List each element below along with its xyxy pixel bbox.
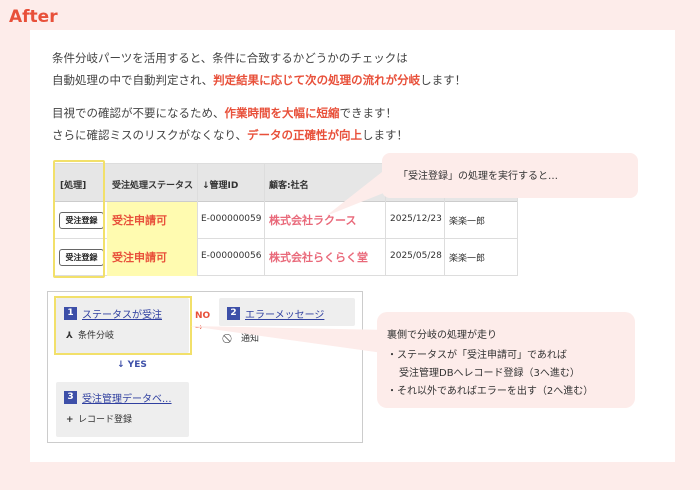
intro-line-3-end: できます！ [339, 106, 398, 120]
intro-line-4-end: します！ [362, 128, 409, 142]
status-value: 受注申請可 [112, 214, 167, 227]
callout-branch: 裏側で分岐の処理が走り ・ステータスが「受注申請可」であれば 受注管理DBへレコ… [377, 312, 635, 408]
callout-branch-line: 受注管理DBへレコード登録（3へ進む） [399, 368, 580, 379]
workflow-node-record[interactable]: 3 受注管理データベ... + レコード登録 [56, 382, 189, 437]
intro-line-2-end: します！ [420, 73, 467, 87]
after-label: After [9, 7, 58, 27]
intro-line-3-highlight: 作業時間を大幅に短縮 [224, 106, 340, 120]
person-value: 楽楽一郎 [449, 254, 486, 264]
callout-branch-line: ・それ以外であればエラーを出す（2へ進む） [387, 386, 594, 397]
table-row: 受注登録 受注申請可 E-000000056 株式会社らくらく堂 2025/05… [55, 239, 517, 276]
intro-line-3-text: 目視での確認が不要になるため、 [52, 106, 225, 120]
condition-node-highlight [54, 296, 192, 355]
callout-branch-line: 裏側で分岐の処理が走り [387, 330, 497, 341]
column-header-status[interactable]: 受注処理ステータス [112, 178, 193, 191]
person-value: 楽楽一郎 [449, 217, 486, 227]
callout-pointer [190, 326, 390, 354]
intro-paragraph-2: 目視での確認が不要になるため、作業時間を大幅に短縮できます！ さらに確認ミスのリ… [52, 102, 408, 146]
intro-line-2-highlight: 判定結果に応じて次の処理の流れが分岐 [213, 73, 421, 87]
plus-icon: + [66, 415, 74, 425]
callout-execute: 「受注登録」の処理を実行すると… [382, 153, 638, 198]
id-value: E-000000056 [201, 251, 262, 261]
intro-line-2-text: 自動処理の中で自動判定され、 [52, 73, 214, 87]
node-subtitle: + レコード登録 [66, 412, 132, 425]
node-title-link[interactable]: エラーメッセージ [245, 306, 324, 321]
node-title-link[interactable]: 受注管理データベ... [82, 390, 172, 405]
node-number-badge: 2 [227, 307, 240, 320]
node-subtitle-text: レコード登録 [78, 415, 133, 425]
intro-line-4: さらに確認ミスのリスクがなくなり、データの正確性が向上します！ [52, 124, 408, 146]
callout-execute-text: 「受注登録」の処理を実行すると… [398, 171, 558, 182]
column-header-id[interactable]: ↓管理ID [202, 178, 238, 191]
table-row: 受注登録 受注申請可 E-000000059 株式会社ラクース 2025/12/… [55, 202, 517, 239]
date-value: 2025/05/28 [390, 251, 442, 261]
intro-line-3: 目視での確認が不要になるため、作業時間を大幅に短縮できます！ [52, 102, 408, 124]
intro-line-4-highlight: データの正確性が向上 [247, 128, 363, 142]
intro-line-4-text: さらに確認ミスのリスクがなくなり、 [52, 128, 248, 142]
action-column-highlight [53, 160, 105, 278]
node-number-badge: 3 [64, 391, 77, 404]
column-header-customer[interactable]: 顧客:社名 [269, 178, 309, 191]
customer-value: 株式会社らくらく堂 [269, 251, 368, 264]
yes-branch-label: ↓ YES [117, 360, 147, 370]
intro-line-2: 自動処理の中で自動判定され、判定結果に応じて次の処理の流れが分岐します！ [52, 69, 466, 91]
intro-line-1: 条件分岐パーツを活用すると、条件に合致するかどうかのチェックは [52, 51, 408, 65]
callout-branch-line: ・ステータスが「受注申請可」であれば [387, 350, 567, 361]
status-value: 受注申請可 [112, 251, 167, 264]
intro-paragraph-1: 条件分岐パーツを活用すると、条件に合致するかどうかのチェックは 自動処理の中で自… [52, 47, 466, 91]
id-value: E-000000059 [201, 214, 262, 224]
